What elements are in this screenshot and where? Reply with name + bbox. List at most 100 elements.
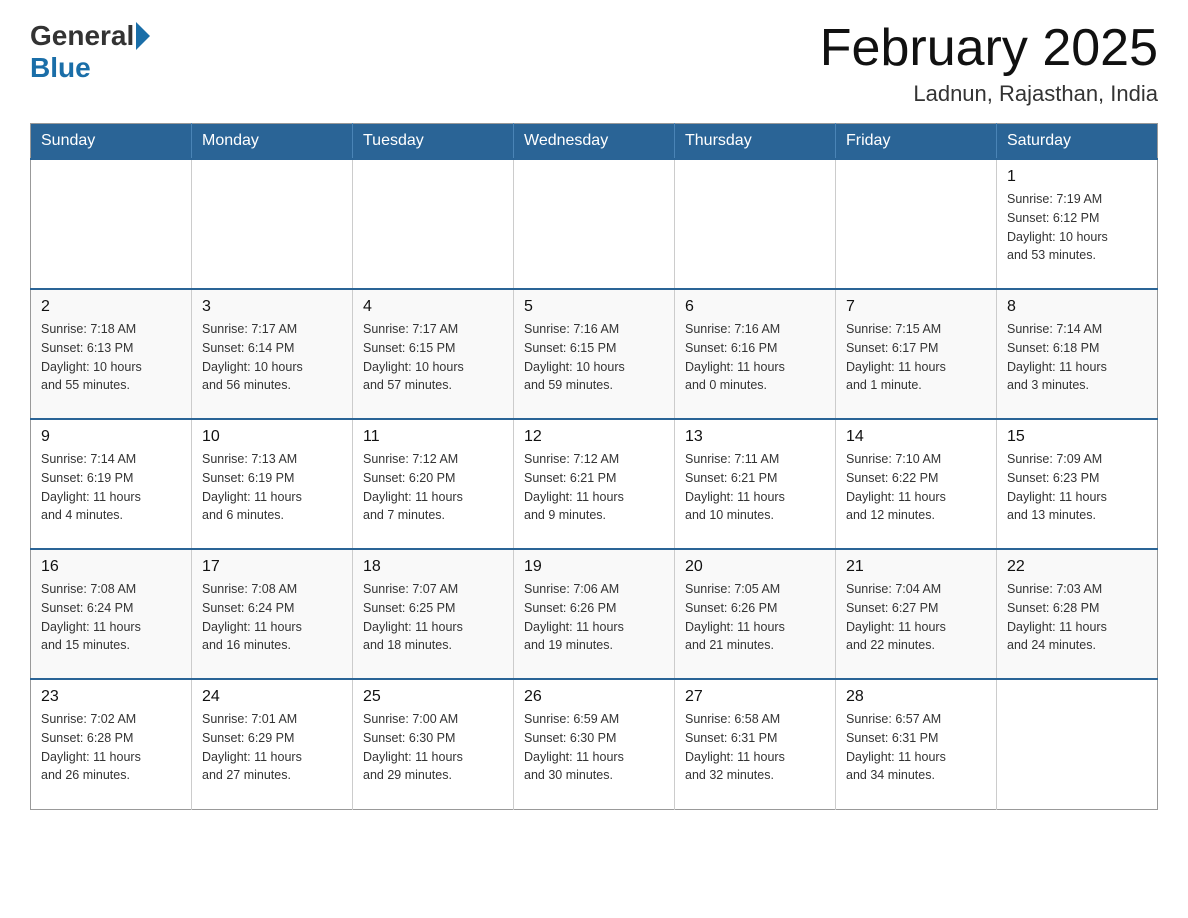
day-number: 6 [685,298,825,316]
calendar-cell [31,159,192,289]
calendar-cell [514,159,675,289]
calendar-body: 1 Sunrise: 7:19 AM Sunset: 6:12 PM Daylig… [31,159,1158,809]
calendar-cell: 6 Sunrise: 7:16 AM Sunset: 6:16 PM Daylig… [675,289,836,419]
calendar-week-row: 16Sunrise: 7:08 AM Sunset: 6:24 PM Dayli… [31,549,1158,679]
calendar-cell [997,679,1158,809]
day-number: 20 [685,558,825,576]
day-info: Sunrise: 7:01 AM Sunset: 6:29 PM Dayligh… [202,710,342,785]
page-header: General Blue February 2025 Ladnun, Rajas… [30,20,1158,107]
calendar-cell: 24 Sunrise: 7:01 AM Sunset: 6:29 PM Dayli… [192,679,353,809]
calendar-cell: 11 Sunrise: 7:12 AM Sunset: 6:20 PM Dayli… [353,419,514,549]
weekday-header-monday: Monday [192,124,353,160]
calendar-week-row: 1 Sunrise: 7:19 AM Sunset: 6:12 PM Daylig… [31,159,1158,289]
day-info: Sunrise: 7:06 AM Sunset: 6:26 PM Dayligh… [524,580,664,655]
calendar-cell [353,159,514,289]
day-info: Sunrise: 7:12 AM Sunset: 6:20 PM Dayligh… [363,450,503,525]
day-info: Sunrise: 7:12 AM Sunset: 6:21 PM Dayligh… [524,450,664,525]
day-number: 26 [524,688,664,706]
day-number: 11 [363,428,503,446]
day-number: 17 [202,558,342,576]
day-number: 28 [846,688,986,706]
logo-blue-text: Blue [30,52,91,84]
day-info: Sunrise: 7:03 AM Sunset: 6:28 PM Dayligh… [1007,580,1147,655]
calendar-cell: 25 Sunrise: 7:00 AM Sunset: 6:30 PM Dayli… [353,679,514,809]
day-number: 13 [685,428,825,446]
day-info: Sunrise: 7:17 AM Sunset: 6:14 PM Dayligh… [202,320,342,395]
day-info: Sunrise: 6:59 AM Sunset: 6:30 PM Dayligh… [524,710,664,785]
calendar-cell [675,159,836,289]
calendar-week-row: 23Sunrise: 7:02 AM Sunset: 6:28 PM Dayli… [31,679,1158,809]
day-number: 14 [846,428,986,446]
weekday-header-wednesday: Wednesday [514,124,675,160]
day-info: Sunrise: 7:08 AM Sunset: 6:24 PM Dayligh… [202,580,342,655]
day-info: Sunrise: 7:07 AM Sunset: 6:25 PM Dayligh… [363,580,503,655]
day-info: Sunrise: 7:11 AM Sunset: 6:21 PM Dayligh… [685,450,825,525]
weekday-header-thursday: Thursday [675,124,836,160]
day-info: Sunrise: 7:16 AM Sunset: 6:15 PM Dayligh… [524,320,664,395]
weekday-header-saturday: Saturday [997,124,1158,160]
calendar-week-row: 2 Sunrise: 7:18 AM Sunset: 6:13 PM Daylig… [31,289,1158,419]
calendar-cell: 23Sunrise: 7:02 AM Sunset: 6:28 PM Dayli… [31,679,192,809]
calendar-cell: 14 Sunrise: 7:10 AM Sunset: 6:22 PM Dayli… [836,419,997,549]
day-info: Sunrise: 7:18 AM Sunset: 6:13 PM Dayligh… [41,320,181,395]
calendar-cell: 28 Sunrise: 6:57 AM Sunset: 6:31 PM Dayli… [836,679,997,809]
day-number: 22 [1007,558,1147,576]
day-info: Sunrise: 7:19 AM Sunset: 6:12 PM Dayligh… [1007,190,1147,265]
day-number: 7 [846,298,986,316]
weekday-header-tuesday: Tuesday [353,124,514,160]
calendar-cell: 4Sunrise: 7:17 AM Sunset: 6:15 PM Daylig… [353,289,514,419]
day-info: Sunrise: 7:14 AM Sunset: 6:19 PM Dayligh… [41,450,181,525]
calendar-cell: 12 Sunrise: 7:12 AM Sunset: 6:21 PM Dayli… [514,419,675,549]
calendar-cell: 16Sunrise: 7:08 AM Sunset: 6:24 PM Dayli… [31,549,192,679]
weekday-header-friday: Friday [836,124,997,160]
logo: General Blue [30,20,152,84]
calendar-cell: 15Sunrise: 7:09 AM Sunset: 6:23 PM Dayli… [997,419,1158,549]
calendar-cell: 17 Sunrise: 7:08 AM Sunset: 6:24 PM Dayli… [192,549,353,679]
day-number: 12 [524,428,664,446]
day-info: Sunrise: 7:16 AM Sunset: 6:16 PM Dayligh… [685,320,825,395]
location-text: Ladnun, Rajasthan, India [820,81,1158,107]
day-number: 25 [363,688,503,706]
title-section: February 2025 Ladnun, Rajasthan, India [820,20,1158,107]
day-number: 3 [202,298,342,316]
day-number: 18 [363,558,503,576]
day-info: Sunrise: 7:14 AM Sunset: 6:18 PM Dayligh… [1007,320,1147,395]
calendar-table: SundayMondayTuesdayWednesdayThursdayFrid… [30,123,1158,810]
day-number: 2 [41,298,181,316]
day-info: Sunrise: 7:05 AM Sunset: 6:26 PM Dayligh… [685,580,825,655]
calendar-cell: 7Sunrise: 7:15 AM Sunset: 6:17 PM Daylig… [836,289,997,419]
day-info: Sunrise: 7:10 AM Sunset: 6:22 PM Dayligh… [846,450,986,525]
day-info: Sunrise: 6:58 AM Sunset: 6:31 PM Dayligh… [685,710,825,785]
calendar-cell [192,159,353,289]
calendar-cell [836,159,997,289]
calendar-cell: 2 Sunrise: 7:18 AM Sunset: 6:13 PM Daylig… [31,289,192,419]
calendar-cell: 27Sunrise: 6:58 AM Sunset: 6:31 PM Dayli… [675,679,836,809]
logo-general-text: General [30,20,134,52]
day-info: Sunrise: 7:13 AM Sunset: 6:19 PM Dayligh… [202,450,342,525]
calendar-cell: 13 Sunrise: 7:11 AM Sunset: 6:21 PM Dayli… [675,419,836,549]
calendar-cell: 5 Sunrise: 7:16 AM Sunset: 6:15 PM Daylig… [514,289,675,419]
calendar-week-row: 9 Sunrise: 7:14 AM Sunset: 6:19 PM Daylig… [31,419,1158,549]
calendar-cell: 10 Sunrise: 7:13 AM Sunset: 6:19 PM Dayli… [192,419,353,549]
calendar-cell: 9 Sunrise: 7:14 AM Sunset: 6:19 PM Daylig… [31,419,192,549]
day-number: 5 [524,298,664,316]
day-number: 1 [1007,168,1147,186]
day-number: 24 [202,688,342,706]
day-number: 4 [363,298,503,316]
day-info: Sunrise: 6:57 AM Sunset: 6:31 PM Dayligh… [846,710,986,785]
weekday-row: SundayMondayTuesdayWednesdayThursdayFrid… [31,124,1158,160]
day-info: Sunrise: 7:04 AM Sunset: 6:27 PM Dayligh… [846,580,986,655]
weekday-header-sunday: Sunday [31,124,192,160]
month-title: February 2025 [820,20,1158,77]
day-info: Sunrise: 7:08 AM Sunset: 6:24 PM Dayligh… [41,580,181,655]
day-number: 10 [202,428,342,446]
calendar-cell: 8 Sunrise: 7:14 AM Sunset: 6:18 PM Daylig… [997,289,1158,419]
day-info: Sunrise: 7:00 AM Sunset: 6:30 PM Dayligh… [363,710,503,785]
calendar-cell: 26 Sunrise: 6:59 AM Sunset: 6:30 PM Dayli… [514,679,675,809]
calendar-header: SundayMondayTuesdayWednesdayThursdayFrid… [31,124,1158,160]
logo-arrow-icon [136,22,150,50]
day-number: 19 [524,558,664,576]
day-number: 9 [41,428,181,446]
day-number: 8 [1007,298,1147,316]
calendar-cell: 18 Sunrise: 7:07 AM Sunset: 6:25 PM Dayli… [353,549,514,679]
